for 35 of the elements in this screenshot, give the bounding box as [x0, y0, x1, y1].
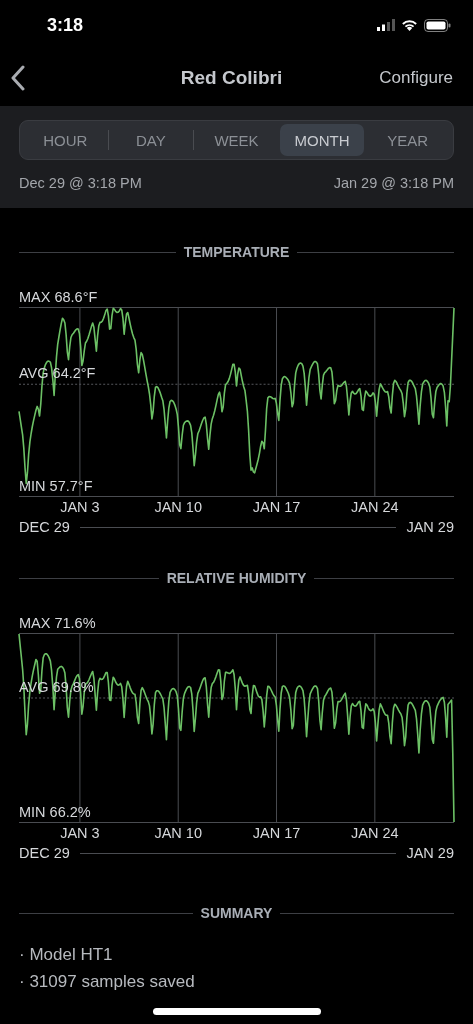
section-title: TEMPERATURE — [183, 244, 290, 260]
period-tab[interactable]: HOUR — [23, 124, 108, 156]
period-tab[interactable]: WEEK — [194, 124, 279, 156]
back-icon — [10, 65, 26, 91]
axis-tick-label: JAN 3 — [60, 499, 100, 515]
axis-tick-label: JAN 24 — [351, 825, 399, 841]
axis-tick-label: JAN 10 — [154, 499, 202, 515]
min-label: MIN 66.2% — [19, 804, 91, 821]
wifi-icon — [401, 19, 418, 31]
range-start-label: DEC 29 — [19, 845, 70, 861]
range-start-label: DEC 29 — [19, 519, 70, 535]
range-end-label: JAN 29 — [406, 845, 454, 861]
axis-tick-label: JAN 17 — [252, 499, 301, 515]
signal-icon — [377, 19, 395, 31]
screen-title: Red Colibri — [180, 67, 283, 89]
configure-button[interactable]: Configure — [379, 68, 453, 88]
battery-icon — [424, 18, 451, 32]
start-date: Dec 29 @ 3:18 PM — [19, 175, 142, 191]
summary-item: · 31097 samples saved — [19, 972, 196, 991]
section-title: SUMMARY — [200, 905, 273, 921]
end-date: Jan 29 @ 3:18 PM — [333, 175, 454, 191]
period-tab[interactable]: MONTH — [279, 124, 365, 156]
axis-tick-label: JAN 3 — [60, 825, 100, 841]
range-end-label: JAN 29 — [406, 519, 454, 535]
period-tab[interactable]: DAY — [108, 124, 194, 156]
summary-item: · Model HT1 — [19, 945, 114, 964]
axis-tick-label: JAN 17 — [252, 825, 301, 841]
min-label: MIN 57.7°F — [19, 478, 93, 495]
axis-tick-label: JAN 24 — [351, 499, 399, 515]
period-tab[interactable]: YEAR — [365, 124, 450, 156]
status-time: 3:18 — [47, 14, 84, 36]
max-label: MAX 68.6°F — [19, 288, 98, 307]
max-label: MAX 71.6% — [19, 614, 96, 633]
section-title: RELATIVE HUMIDITY — [166, 570, 307, 586]
axis-tick-label: JAN 10 — [154, 825, 202, 841]
